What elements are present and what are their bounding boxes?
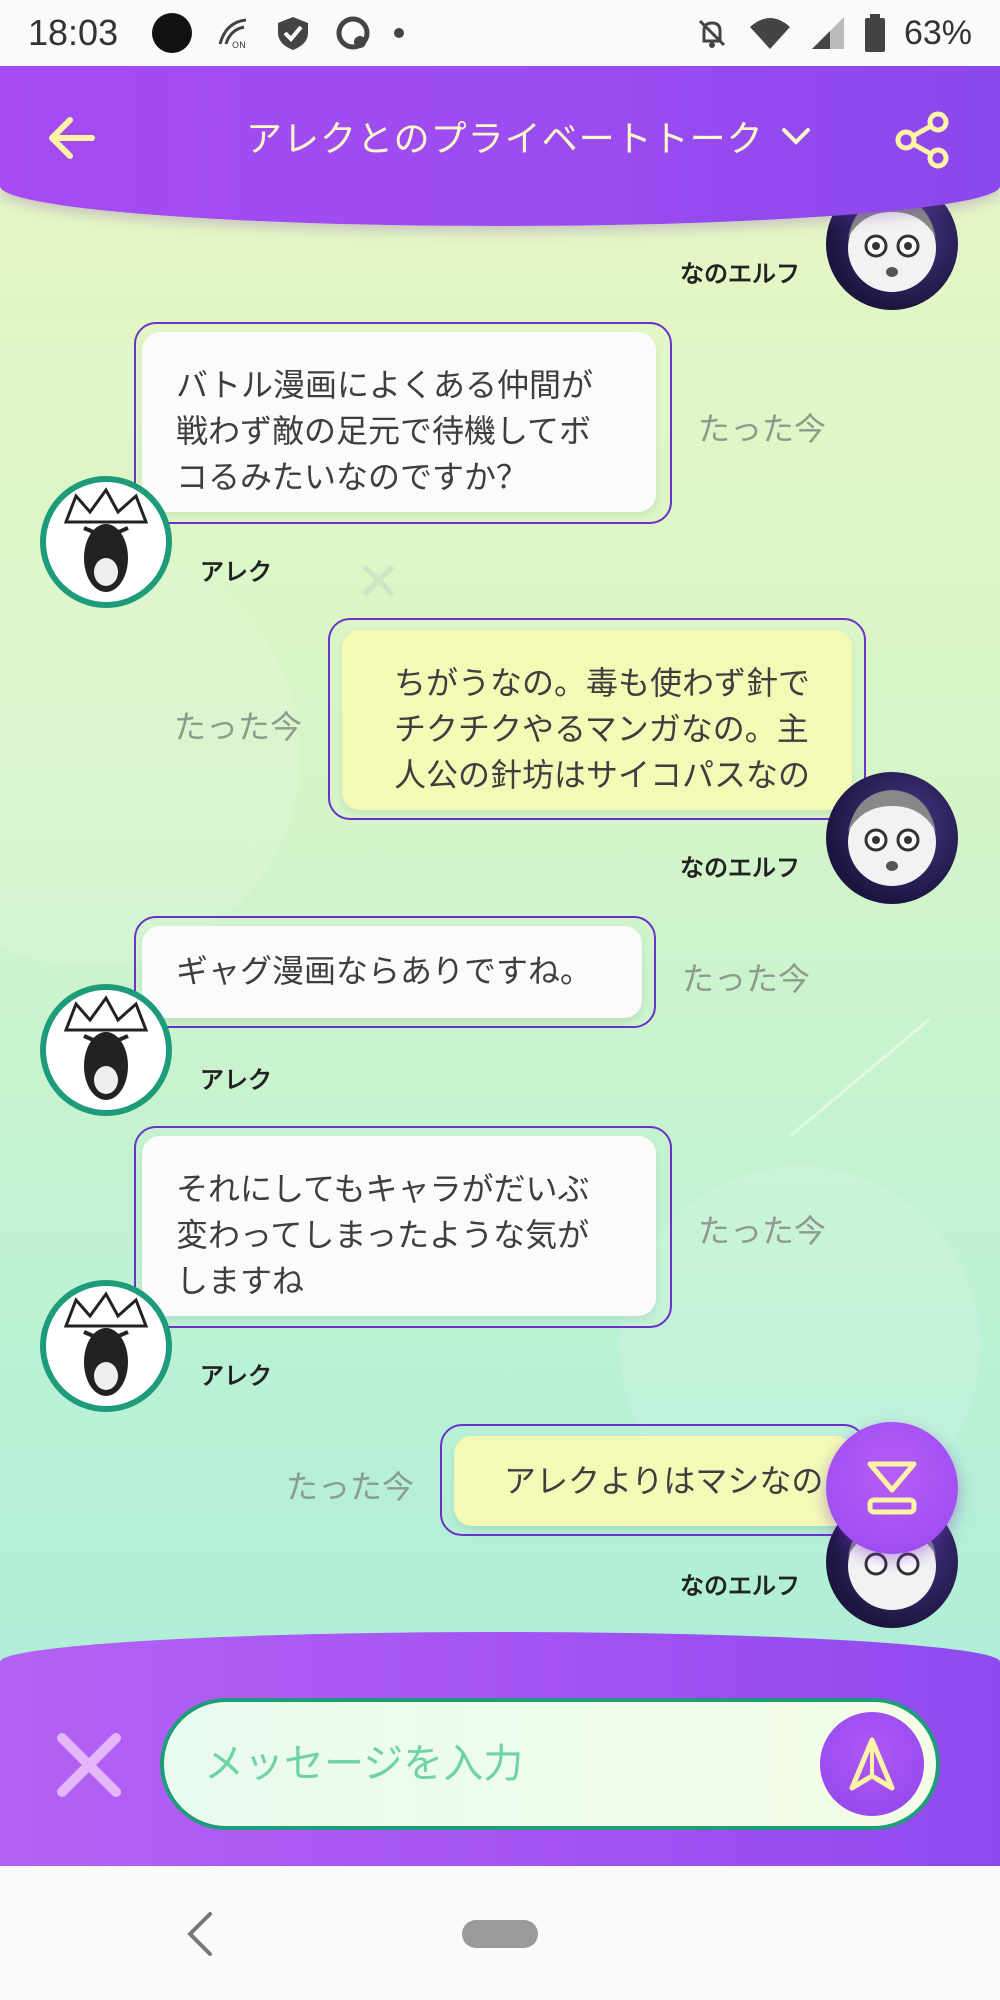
sender-name: なのエルフ	[680, 260, 800, 288]
message-bubble[interactable]: ギャグ漫画ならありですね。	[134, 916, 656, 1028]
message-text: バトル漫画によくある仲間が 戦わず敵の足元で待機してボ コるみたいなのですか？	[142, 332, 656, 512]
scroll-to-bottom-button[interactable]	[826, 1422, 958, 1554]
wifi-icon	[749, 18, 790, 49]
chat-header: アレクとのプライベートトーク	[0, 66, 1000, 226]
status-left-icons: ON	[152, 13, 405, 53]
sender-name: なのエルフ	[680, 1572, 800, 1600]
nfc-on-icon: ON	[218, 18, 247, 51]
screaming-face-icon	[63, 487, 149, 592]
message-text: アレクよりはマシなの	[454, 1436, 854, 1526]
chevron-down-icon	[781, 128, 810, 145]
chat-title-dropdown[interactable]: アレクとのプライベートトーク	[246, 110, 814, 162]
system-nav-bar	[0, 1866, 1000, 2000]
screaming-face-icon	[63, 995, 149, 1100]
share-icon[interactable]	[892, 110, 952, 170]
message-time: たった今	[698, 410, 827, 448]
message-bubble[interactable]: バトル漫画によくある仲間が 戦わず敵の足元で待機してボ コるみたいなのですか？	[134, 322, 672, 524]
sync-icon	[336, 16, 370, 50]
avatar-alek[interactable]	[40, 1280, 172, 1412]
avatar-nano-elf[interactable]	[826, 772, 958, 904]
chat-screen: ✕ なのエルフ バトル漫画によくある仲間が 戦わず敵の足元で待機してボ コるみた…	[0, 66, 1000, 1866]
message-input-area	[0, 1632, 1000, 1866]
status-bar: 18:03 ON 63%	[0, 0, 1000, 66]
nav-back-icon[interactable]	[180, 1906, 220, 1962]
send-button[interactable]	[820, 1712, 924, 1816]
message-time: たった今	[286, 1468, 415, 1506]
cell-signal-icon	[811, 17, 844, 49]
message-bubble[interactable]: ちがうなの。毒も使わず針で チクチクやるマンガなの。主 人公の針坊はサイコパスな…	[328, 618, 866, 820]
mute-bell-icon	[698, 19, 725, 48]
message-text: ギャグ漫画ならありですね。	[142, 926, 642, 1018]
chat-title: アレクとのプライベートトーク	[246, 119, 764, 160]
send-arrow-icon	[849, 1737, 895, 1791]
shield-check-icon	[278, 17, 309, 50]
message-bubble[interactable]: アレクよりはマシなの	[440, 1424, 866, 1536]
background-line	[790, 1018, 930, 1137]
avatar-alek[interactable]	[40, 476, 172, 608]
dark-circle-icon	[152, 13, 193, 53]
svg-text:ON: ON	[232, 41, 246, 51]
background-x-icon: ✕	[356, 550, 402, 613]
avatar-alek[interactable]	[40, 984, 172, 1116]
screaming-face-icon	[63, 1291, 149, 1396]
sender-name: アレク	[200, 1362, 272, 1390]
battery-icon	[864, 14, 885, 52]
message-input-container	[160, 1698, 940, 1830]
message-text: それにしてもキャラがだいぶ 変わってしまったような気が しますね	[142, 1136, 656, 1316]
arrow-left-icon[interactable]	[44, 110, 100, 166]
message-bubble[interactable]: それにしてもキャラがだいぶ 変わってしまったような気が しますね	[134, 1126, 672, 1328]
notification-dot-icon	[394, 28, 405, 38]
message-time: たった今	[174, 708, 303, 746]
message-input[interactable]	[204, 1728, 804, 1800]
status-right: 63%	[694, 14, 972, 53]
sender-name: なのエルフ	[680, 854, 800, 882]
scroll-to-bottom-icon	[867, 1461, 917, 1515]
close-x-icon[interactable]	[54, 1730, 124, 1800]
battery-percent: 63%	[903, 13, 972, 52]
status-time: 18:03	[28, 12, 119, 53]
elf-face-icon	[848, 790, 936, 886]
message-time: たった今	[682, 960, 811, 998]
sender-name: アレク	[200, 1066, 272, 1094]
background-circle	[0, 546, 300, 966]
nav-home-pill-icon[interactable]	[462, 1920, 538, 1948]
message-time: たった今	[698, 1212, 827, 1250]
sender-name: アレク	[200, 558, 272, 586]
message-text: ちがうなの。毒も使わず針で チクチクやるマンガなの。主 人公の針坊はサイコパスな…	[342, 630, 852, 810]
